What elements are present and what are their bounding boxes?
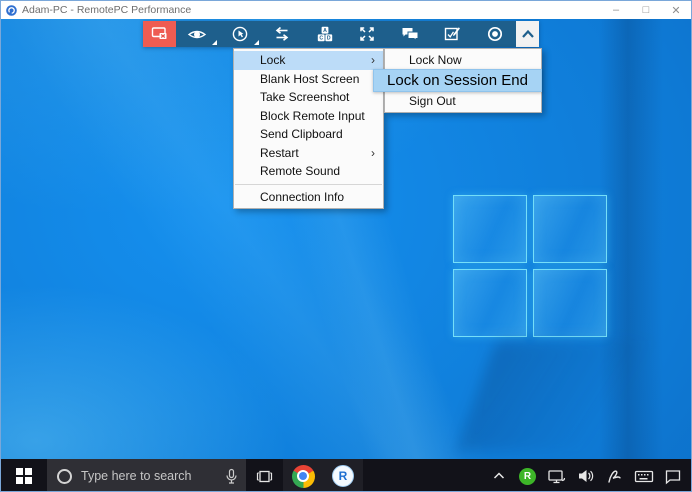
record-icon — [486, 25, 504, 43]
minimize-button[interactable]: – — [601, 1, 631, 19]
menu-item-block-remote-input[interactable]: Block Remote Input — [234, 107, 383, 126]
windows-logo-shadow — [456, 341, 691, 451]
chat-button[interactable] — [389, 21, 432, 47]
system-tray: R — [484, 459, 691, 492]
pen-tray-button[interactable] — [600, 459, 629, 492]
window-title: Adam-PC - RemotePC Performance — [22, 4, 191, 16]
menu-item-restart[interactable]: Restart › — [234, 144, 383, 163]
remotepc-app-icon — [6, 5, 17, 16]
abc-blocks-icon: A C D — [316, 25, 334, 43]
disconnect-button[interactable] — [143, 21, 176, 47]
windows-logo-pane — [533, 195, 607, 263]
taskbar-remotepc-button[interactable]: R — [323, 459, 363, 492]
submenu-item-lock-now[interactable]: Lock Now — [385, 51, 541, 69]
windows-logo-pane — [453, 269, 527, 337]
windows-logo — [453, 195, 607, 337]
network-icon — [547, 468, 566, 485]
remote-session-window: Adam-PC - RemotePC Performance – □ ✕ — [0, 0, 692, 492]
volume-icon — [577, 468, 595, 484]
action-center-button[interactable] — [658, 459, 687, 492]
svg-text:A: A — [323, 28, 327, 34]
menu-item-blank-host-screen[interactable]: Blank Host Screen — [234, 70, 383, 89]
chrome-icon — [292, 465, 315, 488]
maximize-button[interactable]: □ — [631, 1, 661, 19]
remote-desktop-wallpaper: A C D — [1, 19, 691, 459]
windows-taskbar: Type here to search R — [1, 459, 691, 492]
menu-item-label: Connection Info — [260, 190, 344, 204]
pen-icon — [606, 468, 623, 485]
eye-icon — [187, 26, 207, 43]
task-view-icon — [255, 468, 274, 485]
performance-button[interactable] — [219, 21, 262, 47]
cortana-icon — [57, 469, 72, 484]
svg-text:C: C — [319, 36, 323, 42]
submenu-arrow-icon: › — [371, 146, 375, 160]
taskbar-search-input[interactable]: Type here to search — [47, 459, 246, 492]
submenu-item-sign-out[interactable]: Sign Out — [385, 92, 541, 110]
menu-item-label: Blank Host Screen — [260, 72, 359, 86]
windows-logo-pane — [533, 269, 607, 337]
windows-start-icon — [16, 468, 32, 484]
task-view-button[interactable] — [246, 459, 283, 492]
menu-item-label: Send Clipboard — [260, 127, 343, 141]
transfer-arrows-icon — [273, 25, 291, 43]
action-center-icon — [664, 468, 682, 485]
lock-submenu: Lock Now Lock on Session End Sign Out — [384, 48, 542, 113]
taskbar-chrome-button[interactable] — [283, 459, 323, 492]
submenu-item-label: Lock Now — [409, 53, 462, 67]
file-transfer-button[interactable] — [261, 21, 304, 47]
touch-keyboard-tray-button[interactable] — [629, 459, 658, 492]
search-placeholder: Type here to search — [81, 469, 225, 483]
chat-bubbles-icon — [400, 25, 420, 43]
touch-keyboard-icon — [634, 469, 654, 484]
menu-item-label: Lock — [260, 53, 285, 67]
session-context-menu: Lock › Blank Host Screen Take Screenshot… — [233, 48, 384, 209]
svg-text:D: D — [327, 36, 331, 42]
hidden-icons-button[interactable] — [484, 459, 513, 492]
start-button[interactable] — [1, 459, 47, 492]
chevron-up-icon — [519, 27, 537, 41]
network-tray-button[interactable] — [542, 459, 571, 492]
menu-item-label: Take Screenshot — [260, 90, 349, 104]
menu-separator — [235, 184, 382, 185]
speed-cursor-icon — [231, 25, 249, 43]
menu-item-remote-sound[interactable]: Remote Sound — [234, 162, 383, 181]
submenu-item-label: Sign Out — [409, 94, 456, 108]
microphone-icon[interactable] — [225, 468, 238, 485]
chevron-up-icon — [492, 470, 506, 482]
volume-tray-button[interactable] — [571, 459, 600, 492]
fullscreen-button[interactable] — [346, 21, 389, 47]
window-controls: – □ ✕ — [601, 1, 691, 19]
menu-item-label: Remote Sound — [260, 164, 340, 178]
close-button[interactable]: ✕ — [661, 1, 691, 19]
menu-item-send-clipboard[interactable]: Send Clipboard — [234, 125, 383, 144]
disconnect-icon — [150, 25, 169, 43]
whiteboard-button[interactable] — [431, 21, 474, 47]
remotepc-tray-icon: R — [519, 468, 536, 485]
record-button[interactable] — [474, 21, 517, 47]
menu-item-lock[interactable]: Lock › — [234, 51, 383, 70]
remotepc-taskbar-icon: R — [332, 465, 354, 487]
windows-logo-pane — [453, 195, 527, 263]
submenu-arrow-icon: › — [371, 53, 375, 67]
title-bar: Adam-PC - RemotePC Performance – □ ✕ — [1, 1, 691, 19]
view-options-button[interactable] — [176, 21, 219, 47]
submenu-item-lock-on-session-end[interactable]: Lock on Session End — [373, 69, 542, 92]
submenu-item-label: Lock on Session End — [387, 72, 528, 89]
expand-arrows-icon — [358, 25, 376, 43]
session-toolbar: A C D — [143, 21, 539, 47]
whiteboard-pen-icon — [443, 25, 461, 43]
menu-item-take-screenshot[interactable]: Take Screenshot — [234, 88, 383, 107]
menu-item-connection-info[interactable]: Connection Info — [234, 188, 383, 207]
menu-item-label: Restart — [260, 146, 299, 160]
collapse-toolbar-button[interactable] — [516, 21, 539, 47]
menu-item-label: Block Remote Input — [260, 109, 365, 123]
keyboard-layout-button[interactable]: A C D — [304, 21, 347, 47]
remotepc-tray-button[interactable]: R — [513, 459, 542, 492]
